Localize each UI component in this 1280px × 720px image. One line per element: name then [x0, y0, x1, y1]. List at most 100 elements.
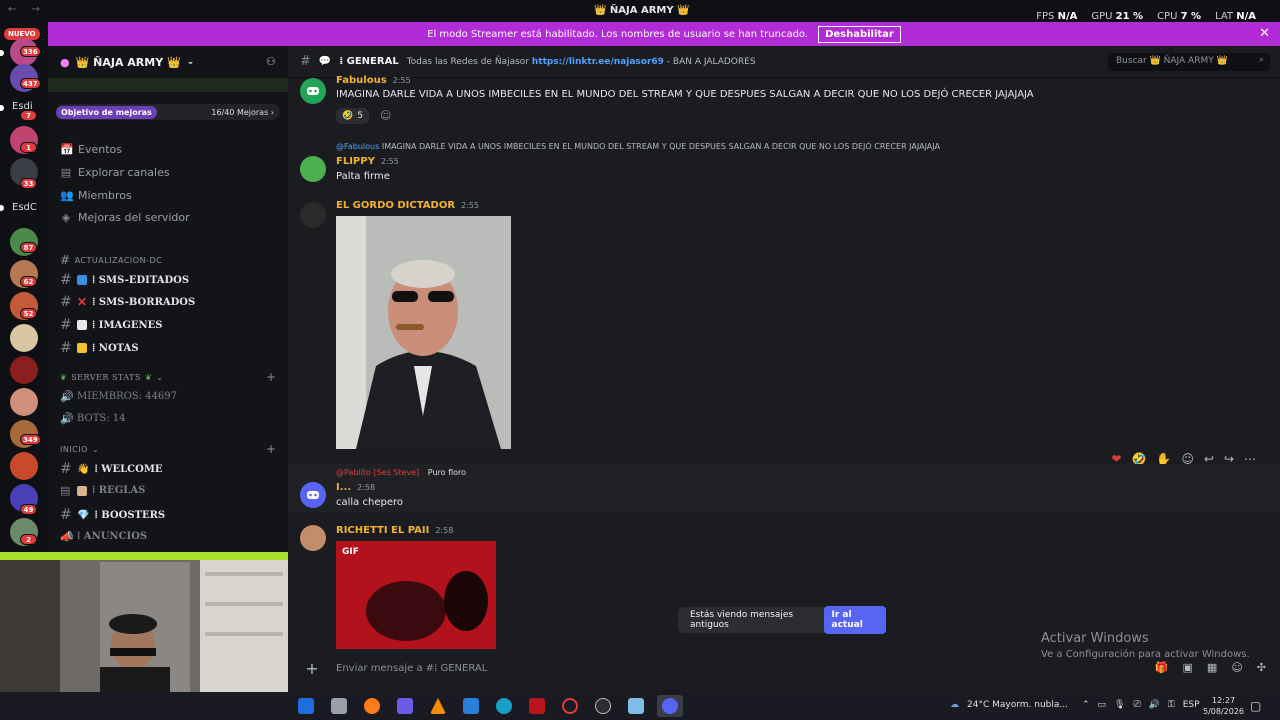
- badge-count: 62: [20, 276, 37, 287]
- search-input[interactable]: Buscar 👑 ÑAJA ARMY 👑 ⌕: [1108, 53, 1270, 71]
- perf-gpu: GPU 21 %: [1091, 11, 1144, 22]
- vlc-icon[interactable]: [430, 698, 446, 714]
- discord-taskbar-active[interactable]: [657, 695, 683, 717]
- notepad-icon[interactable]: [628, 698, 644, 714]
- category-server-stats[interactable]: ❦ SERVER STATS ❦ ⌄ +: [60, 370, 276, 384]
- edge-icon[interactable]: [496, 698, 512, 714]
- message-hovered[interactable]: @Pablito [Ses Steve] Puro floro I... 2:58…: [288, 464, 1280, 512]
- obs-icon[interactable]: [595, 698, 611, 714]
- server-icon[interactable]: [10, 356, 38, 384]
- avatar[interactable]: [300, 525, 326, 551]
- game-icon[interactable]: [529, 698, 545, 714]
- reply-preview[interactable]: @Fabulous IMAGINA DARLE VIDA A UNOS IMBE…: [336, 142, 940, 151]
- weather-text[interactable]: 24°C Mayorm. nubla...: [967, 700, 1068, 710]
- channel-anuncios[interactable]: 📣 ⁞ ANUNCIOS: [60, 530, 147, 543]
- wave-icon: 👋: [77, 463, 90, 475]
- channel-boosters[interactable]: # 💎 ⁞ BOOSTERS: [60, 507, 165, 523]
- speaker-icon[interactable]: 🔊: [1149, 700, 1160, 710]
- add-channel-icon[interactable]: +: [266, 442, 277, 456]
- windows-taskbar: ☁ 24°C Mayorm. nubla... ⌃ ▭ 🎙 ⎚ 🔊 ⚿ ESP …: [0, 692, 1280, 720]
- message[interactable]: @Fabulous IMAGINA DARLE VIDA A UNOS IMBE…: [288, 142, 1280, 188]
- badge-count: 49: [20, 504, 37, 515]
- window-title: 👑 ÑAJA ARMY 👑: [594, 5, 690, 16]
- battery-icon[interactable]: ▭: [1098, 700, 1107, 710]
- plus-icon[interactable]: +: [300, 659, 324, 678]
- username[interactable]: RICHETTI EL PAII 2:58: [336, 525, 453, 536]
- emoji-icon[interactable]: ☺: [1231, 661, 1242, 674]
- nav-browse-channels[interactable]: ▤ Explorar canales: [60, 166, 170, 179]
- channel-sms-borrados[interactable]: # ✕ ⁞ SMS-BORRADOS: [60, 294, 195, 310]
- channel-notas[interactable]: # ⁞ NOTAS: [60, 340, 139, 356]
- disable-button[interactable]: Deshabilitar: [818, 25, 901, 43]
- language-indicator[interactable]: ESP: [1183, 700, 1200, 710]
- store-icon[interactable]: [463, 698, 479, 714]
- nav-label: Mejoras del servidor: [78, 211, 190, 224]
- channel-sms-editados[interactable]: # ⁞ SMS-EDITADOS: [60, 272, 189, 288]
- firefox-icon[interactable]: [364, 698, 380, 714]
- gif-icon[interactable]: ▣: [1183, 661, 1193, 674]
- category-inicio[interactable]: INICIO ⌄ +: [60, 442, 276, 456]
- outlook-icon[interactable]: [298, 698, 314, 714]
- reply-preview[interactable]: @Pablito [Ses Steve] Puro floro: [336, 468, 466, 477]
- username[interactable]: I... 2:58: [336, 482, 375, 493]
- edit-emoji-icon: [77, 275, 87, 285]
- boost-goal-bar[interactable]: Objetivo de mejoras 16/40 Mejoras ›: [56, 104, 280, 120]
- avatar[interactable]: [300, 156, 326, 182]
- avatar[interactable]: [300, 482, 326, 508]
- add-reaction-icon[interactable]: ☺: [380, 109, 391, 122]
- scroll-emoji-icon: [77, 485, 87, 496]
- opera-icon[interactable]: [562, 698, 578, 714]
- category-actualizacion[interactable]: # ACTUALIZACION-DC: [60, 253, 162, 267]
- notifications-icon[interactable]: ▢: [1250, 699, 1261, 713]
- message-composer[interactable]: + Enviar mensaje a #⁞ GENERAL: [300, 654, 1270, 682]
- weather-icon[interactable]: ☁: [950, 700, 959, 710]
- unread-pip: [0, 50, 4, 56]
- server-icon[interactable]: [10, 388, 38, 416]
- username[interactable]: Fabulous 2:55: [336, 75, 411, 86]
- nav-arrows[interactable]: ← →: [8, 4, 46, 15]
- username[interactable]: FLIPPY 2:55: [336, 156, 399, 167]
- channel-welcome[interactable]: # 👋 ⁞ WELCOME: [60, 461, 163, 477]
- gif-attachment[interactable]: [336, 541, 496, 649]
- badge-count: 33: [20, 178, 37, 189]
- close-icon[interactable]: ✕: [1259, 26, 1270, 41]
- channel-imagenes[interactable]: # ⁞ IMAGENES: [60, 317, 162, 333]
- nav-events[interactable]: 📅 Eventos: [60, 143, 122, 156]
- topic-link[interactable]: https://linktr.ee/najasor69: [532, 57, 664, 67]
- topic-text: Todas las Redes de Ñajasor: [406, 56, 529, 67]
- chevron-up-icon[interactable]: ⌃: [1082, 700, 1090, 710]
- camera-icon[interactable]: ⎚: [1133, 700, 1140, 710]
- microphone-icon[interactable]: 🎙: [1114, 700, 1125, 710]
- copilot-icon[interactable]: [397, 698, 413, 714]
- nav-label: Miembros: [78, 189, 132, 202]
- channel-name: ⁞ GENERAL: [339, 56, 399, 67]
- channel-reglas[interactable]: ▤ ⁞ REGLAS: [60, 484, 145, 497]
- file-explorer-icon[interactable]: [331, 698, 347, 714]
- server-label[interactable]: EsdC: [12, 202, 37, 213]
- sticker-icon[interactable]: ▦: [1207, 661, 1217, 674]
- badge-count: 87: [20, 242, 37, 253]
- server-header[interactable]: ● 👑 ÑAJA ARMY 👑 ⌄ ⚇: [48, 46, 288, 78]
- image-emoji-icon: [77, 320, 87, 330]
- nav-members[interactable]: 👥 Miembros: [60, 189, 132, 202]
- avatar[interactable]: [300, 202, 326, 228]
- message[interactable]: Fabulous 2:55 IMAGINA DARLE VIDA A UNOS I…: [288, 75, 1280, 128]
- server-icon[interactable]: [10, 324, 38, 352]
- category-label: SERVER STATS: [71, 373, 141, 382]
- jump-to-present-button[interactable]: Ir al actual: [823, 606, 886, 634]
- avatar[interactable]: [300, 78, 326, 104]
- network-icon[interactable]: ⚿: [1168, 700, 1175, 710]
- invite-icon[interactable]: ⚇: [266, 55, 276, 68]
- add-channel-icon[interactable]: +: [266, 370, 277, 384]
- reaction-chip[interactable]: 🤣 5: [336, 108, 369, 124]
- username[interactable]: EL GORDO DICTADOR 2:55: [336, 200, 479, 211]
- taskbar-clock[interactable]: 12:27 5/08/2026: [1203, 695, 1244, 717]
- message[interactable]: EL GORDO DICTADOR 2:55: [288, 200, 1280, 450]
- server-icon[interactable]: [10, 452, 38, 480]
- nav-label: Explorar canales: [78, 166, 170, 179]
- nav-server-boosts[interactable]: ◈ Mejoras del servidor: [60, 211, 190, 224]
- apps-icon[interactable]: ✣: [1257, 661, 1266, 674]
- image-attachment[interactable]: [336, 216, 511, 449]
- channel-topic[interactable]: Todas las Redes de Ñajasor https://linkt…: [407, 57, 756, 67]
- gift-icon[interactable]: 🎁: [1155, 661, 1169, 674]
